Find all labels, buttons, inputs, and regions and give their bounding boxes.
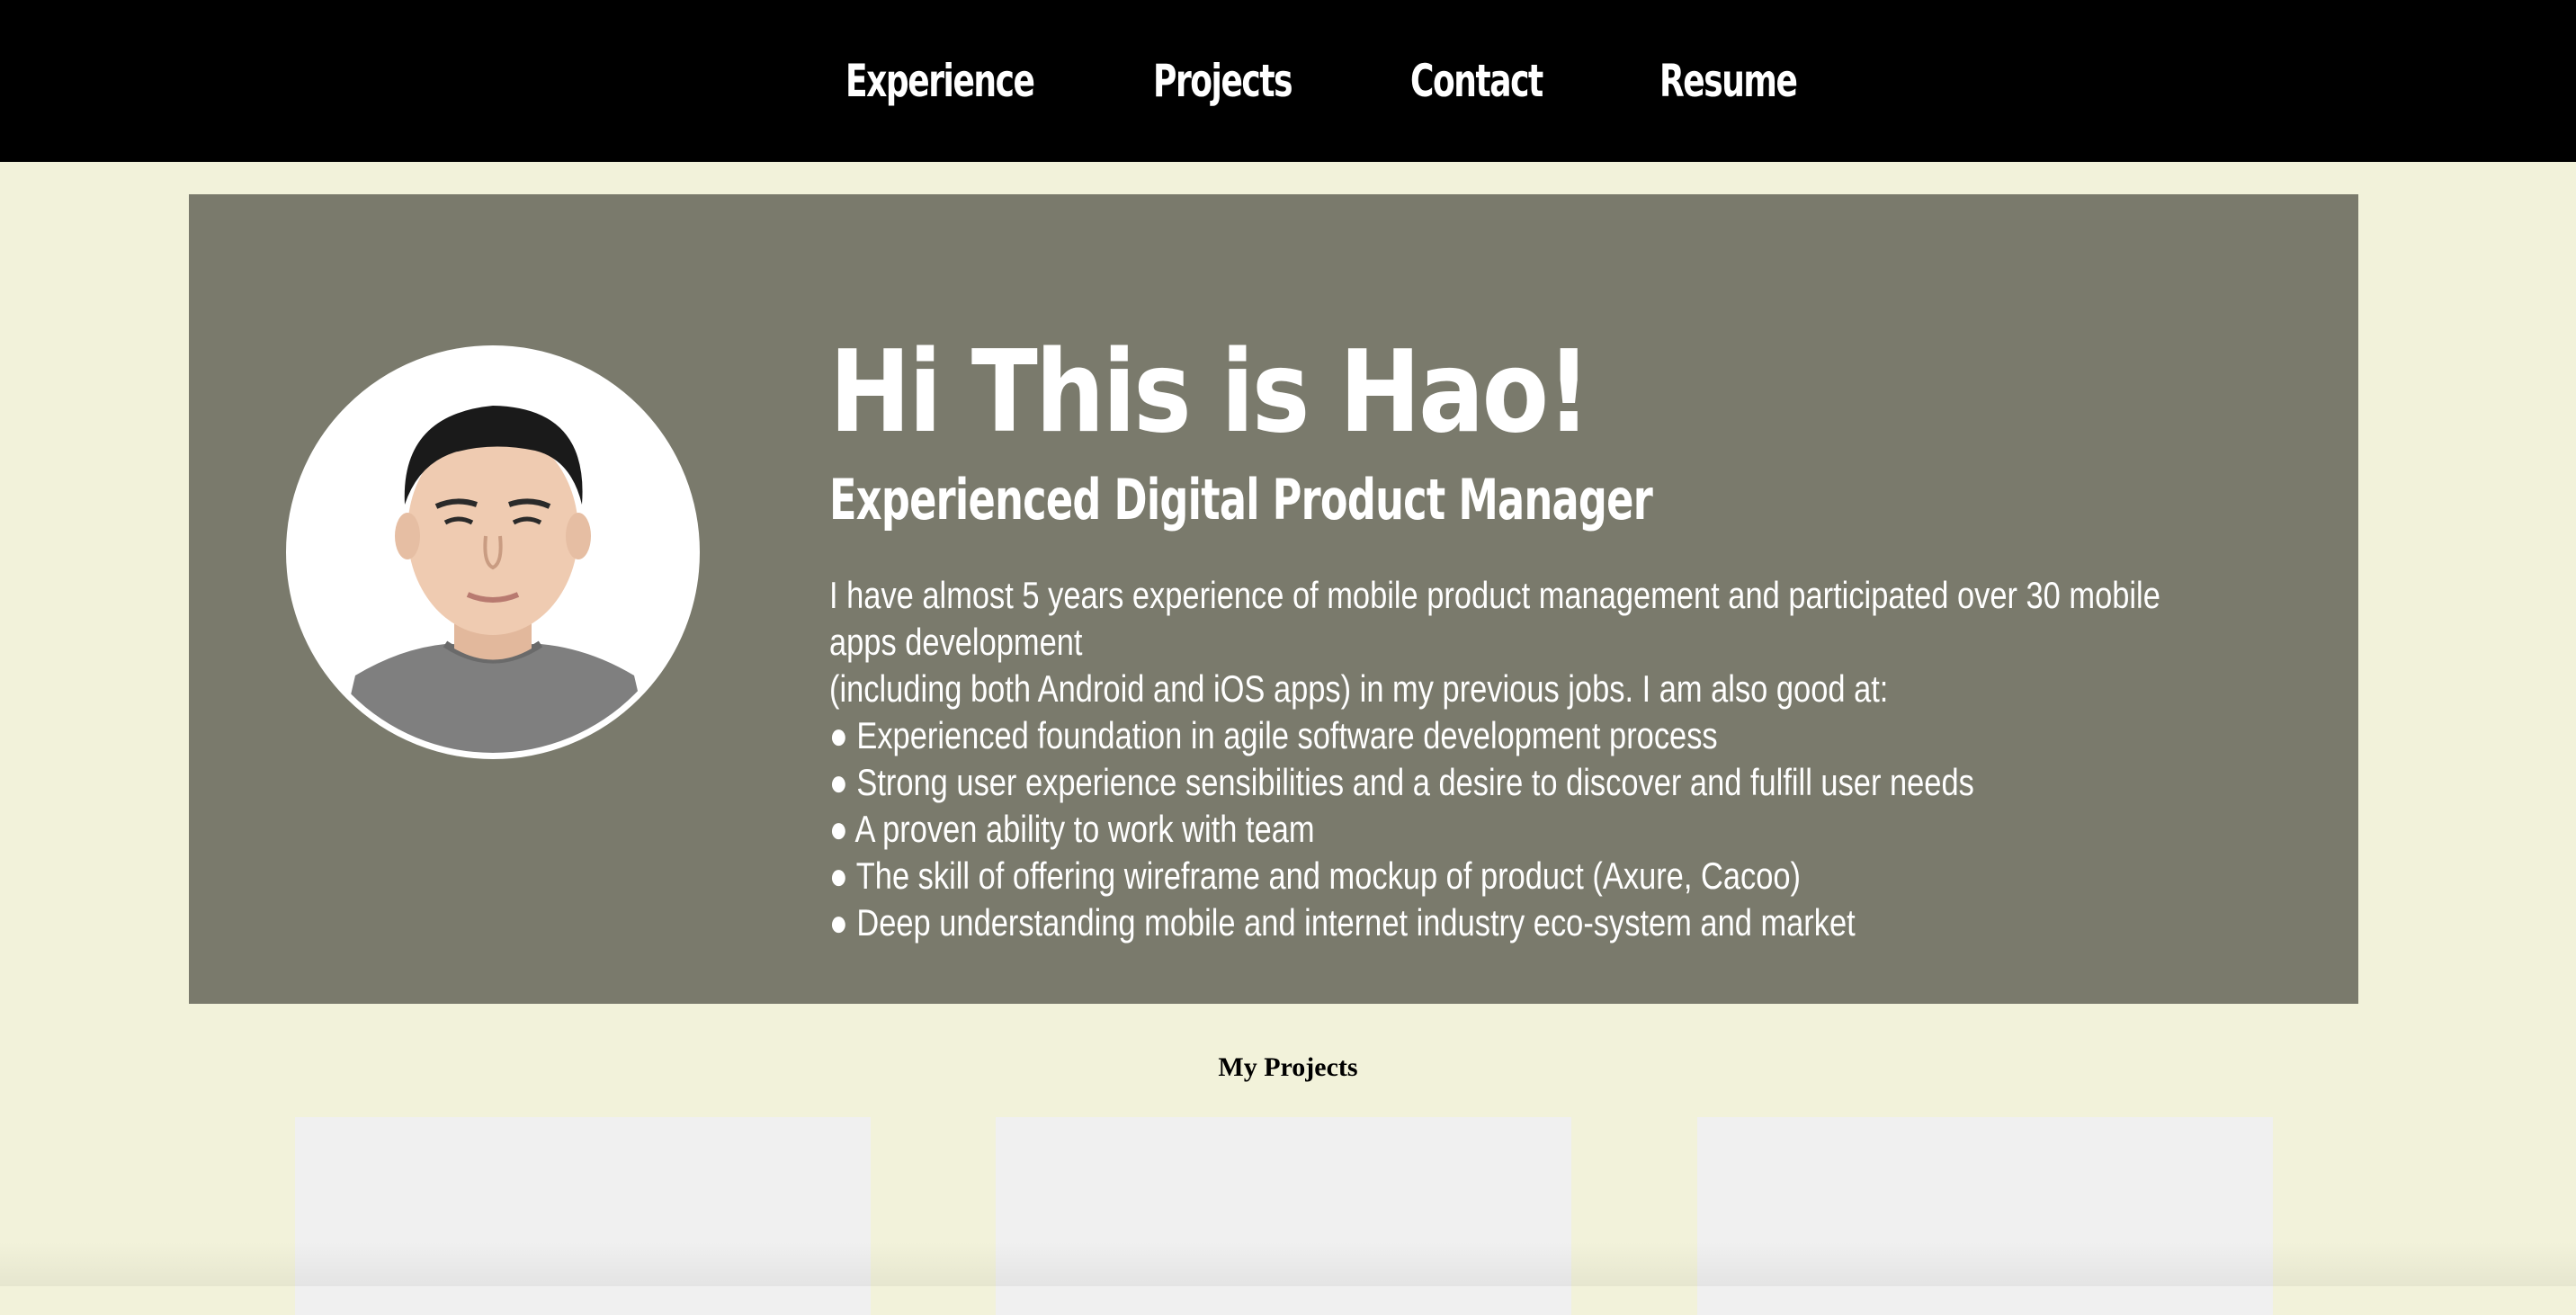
skill-item: ● Deep understanding mobile and internet… (829, 901, 1856, 944)
top-nav: Experience Projects Contact Resume (0, 0, 2576, 162)
hero-subtitle: Experienced Digital Product Manager (829, 467, 1653, 532)
nav-item-contact[interactable]: Contact (1410, 45, 1543, 117)
description-line: I have almost 5 years experience of mobi… (829, 574, 2160, 616)
nav-item-resume[interactable]: Resume (1659, 45, 1798, 117)
skill-item: ● Strong user experience sensibilities a… (829, 761, 1974, 803)
project-card[interactable] (295, 1117, 871, 1315)
nav-item-experience[interactable]: Experience (845, 45, 1035, 117)
profile-photo (292, 352, 693, 753)
skill-item: ● A proven ability to work with team (829, 808, 1315, 850)
project-card[interactable] (996, 1117, 1571, 1315)
hero-section: Hi This is Hao! Experienced Digital Prod… (189, 194, 2358, 1004)
avatar (286, 345, 700, 759)
skill-item: ● The skill of offering wireframe and mo… (829, 854, 1802, 897)
project-card[interactable] (1697, 1117, 2273, 1315)
skill-item: ● Experienced foundation in agile softwa… (829, 714, 1718, 756)
hero-description: I have almost 5 years experience of mobi… (829, 572, 2304, 946)
projects-section-title: My Projects (1218, 1052, 1358, 1082)
description-line: apps development (829, 621, 1083, 663)
nav-item-projects[interactable]: Projects (1153, 45, 1293, 117)
description-line: (including both Android and iOS apps) in… (829, 667, 1889, 710)
hero-title: Hi This is Hao! (829, 326, 1591, 458)
